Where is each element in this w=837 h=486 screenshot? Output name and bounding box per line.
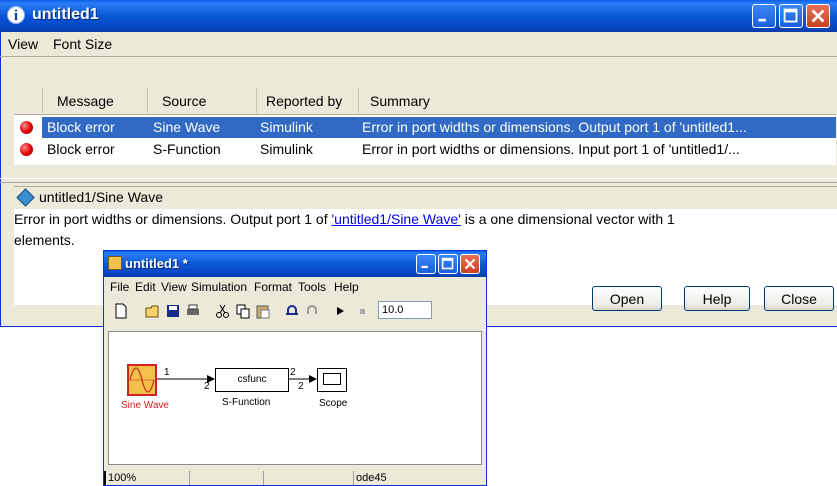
- menu-edit[interactable]: Edit: [135, 280, 156, 294]
- stop-time-input[interactable]: 10.0: [378, 301, 432, 319]
- menu-help[interactable]: Help: [334, 280, 359, 294]
- simulink-icon: [108, 256, 122, 270]
- minimize-button[interactable]: [752, 4, 776, 28]
- zoom-status: 100%: [104, 471, 190, 485]
- detail-line2: elements.: [14, 232, 75, 248]
- cell-message: Block error: [47, 141, 115, 157]
- signal-label: 1: [164, 367, 170, 378]
- detail-text: Error in port widths or dimensions. Outp…: [14, 211, 332, 227]
- s-function-inner-label: csfunc: [237, 374, 267, 385]
- save-icon[interactable]: [164, 302, 182, 320]
- block-icon: [16, 188, 35, 207]
- column-reported-by[interactable]: Reported by: [258, 88, 359, 113]
- block-path: untitled1/Sine Wave: [39, 189, 163, 205]
- open-button[interactable]: Open: [592, 286, 662, 311]
- cell-message: Block error: [42, 117, 149, 138]
- close-icon: [464, 258, 476, 270]
- maximize-button[interactable]: [779, 4, 803, 28]
- detail-text-end: is a one dimensional vector with 1: [460, 211, 675, 227]
- menu-font-size[interactable]: Font Size: [53, 36, 112, 52]
- sine-wave-label: Sine Wave: [121, 400, 169, 411]
- block-link[interactable]: 'untitled1/Sine Wave': [331, 211, 460, 227]
- print-icon[interactable]: [184, 302, 202, 320]
- sim-title-bar[interactable]: untitled1 *: [104, 251, 486, 277]
- error-icon: [20, 121, 33, 134]
- open-folder-icon[interactable]: [144, 302, 162, 320]
- maximize-icon: [441, 257, 454, 270]
- s-function-block[interactable]: csfunc: [215, 368, 289, 392]
- copy-icon[interactable]: [234, 302, 252, 320]
- sine-wave-block[interactable]: [127, 364, 157, 396]
- stop-icon[interactable]: [356, 303, 370, 319]
- model-canvas[interactable]: Sine Wave csfunc S-Function Scope 1 2 2 …: [108, 331, 482, 465]
- close-window-button[interactable]: [806, 4, 830, 28]
- cell-summary: Error in port widths or dimensions. Outp…: [360, 117, 836, 138]
- header-icon-col[interactable]: [14, 88, 43, 113]
- signal-label: 2: [204, 381, 210, 392]
- error-icon: [20, 143, 33, 156]
- new-icon[interactable]: [112, 302, 130, 320]
- divider: [0, 56, 837, 57]
- sim-minimize-button[interactable]: [416, 254, 436, 274]
- signal-label: 2: [298, 381, 304, 392]
- menu-format[interactable]: Format: [254, 280, 292, 294]
- sine-icon: [129, 367, 155, 393]
- cell-source: Sine Wave: [149, 117, 258, 138]
- play-icon[interactable]: [334, 303, 348, 319]
- title-bar[interactable]: i untitled1: [0, 0, 837, 32]
- minimize-icon: [758, 18, 766, 22]
- scope-label: Scope: [319, 398, 348, 409]
- list-item[interactable]: Block error S-Function Simulink Error in…: [14, 139, 836, 160]
- redo-icon[interactable]: [304, 302, 322, 320]
- sim-status-bar: 100% ode45: [104, 471, 486, 485]
- window-title: untitled1: [32, 6, 99, 23]
- sim-maximize-button[interactable]: [438, 254, 458, 274]
- cell-summary: Error in port widths or dimensions. Inpu…: [362, 141, 740, 157]
- menu-view[interactable]: View: [8, 36, 38, 52]
- menu-file[interactable]: File: [110, 280, 129, 294]
- s-function-label: S-Function: [222, 397, 271, 408]
- info-icon: i: [7, 6, 25, 24]
- simulink-model-window: untitled1 * File Edit View Simulation Fo…: [103, 250, 487, 486]
- signal-lines: [155, 375, 317, 383]
- signal-label: 2: [290, 367, 296, 378]
- column-source[interactable]: Source: [149, 88, 257, 113]
- column-summary[interactable]: Summary: [360, 88, 836, 113]
- status-cell: [264, 471, 354, 485]
- cut-icon[interactable]: [214, 302, 232, 320]
- close-icon: [811, 9, 825, 23]
- menu-view[interactable]: View: [161, 280, 187, 294]
- sim-close-button[interactable]: [460, 254, 480, 274]
- minimize-icon: [421, 265, 428, 269]
- scope-icon: [323, 373, 341, 385]
- cell-reported-by: Simulink: [258, 117, 360, 138]
- sim-toolbar: 10.0: [104, 299, 486, 323]
- list-header: Message Source Reported by Summary: [14, 88, 836, 115]
- path-bar: untitled1/Sine Wave: [14, 186, 837, 210]
- close-button[interactable]: Close: [764, 286, 834, 311]
- sim-window-title: untitled1 *: [125, 256, 188, 271]
- sim-menu-bar: File Edit View Simulation Format Tools H…: [104, 280, 486, 296]
- menu-simulation[interactable]: Simulation: [191, 280, 247, 294]
- menu-bar: View Font Size: [0, 33, 837, 55]
- menu-tools[interactable]: Tools: [298, 280, 326, 294]
- scope-block[interactable]: [317, 368, 347, 392]
- column-message[interactable]: Message: [43, 88, 148, 113]
- cell-reported-by: Simulink: [260, 141, 313, 157]
- help-button[interactable]: Help: [684, 286, 750, 311]
- status-cell: [190, 471, 264, 485]
- undo-icon[interactable]: [284, 302, 302, 320]
- solver-status: ode45: [356, 472, 387, 484]
- list-item-selected[interactable]: Block error Sine Wave Simulink Error in …: [14, 117, 836, 138]
- splitter[interactable]: [0, 178, 837, 183]
- paste-icon[interactable]: [254, 302, 272, 320]
- maximize-icon: [783, 8, 798, 23]
- cell-source: S-Function: [153, 141, 221, 157]
